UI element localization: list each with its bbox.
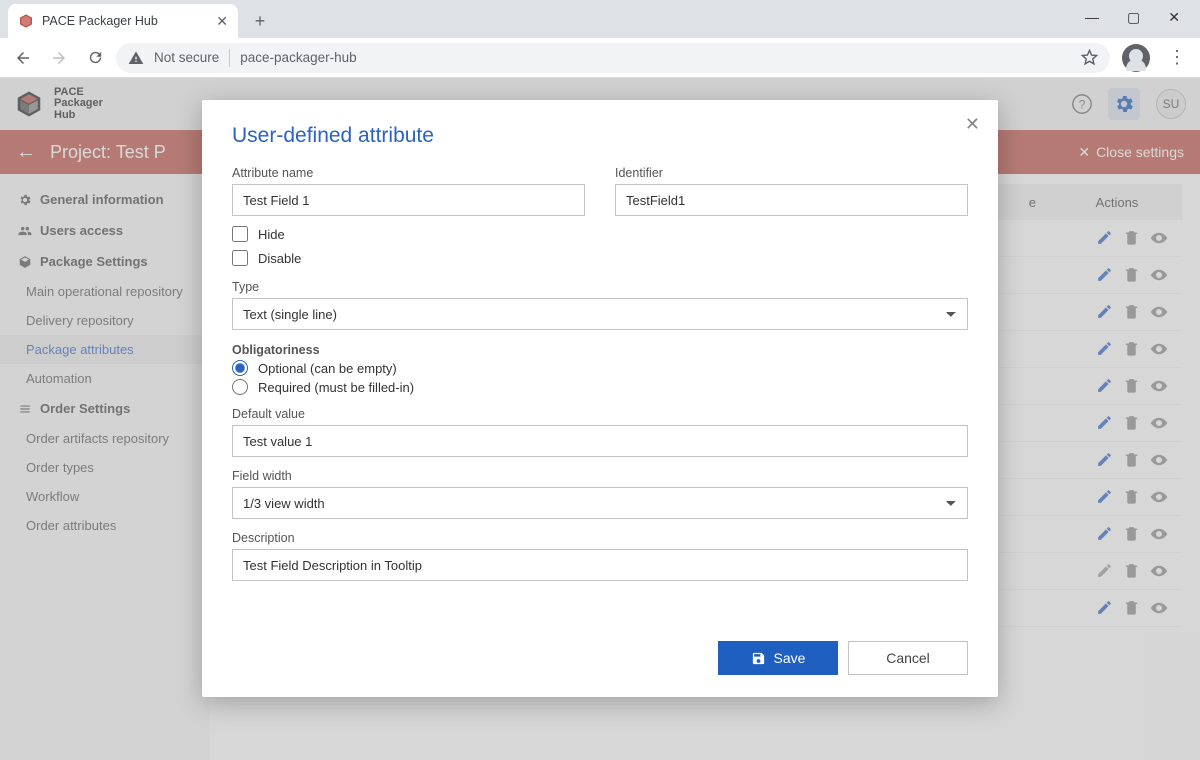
modal-title: User-defined attribute [232, 124, 968, 148]
label-attribute-name: Attribute name [232, 166, 585, 180]
close-window-icon[interactable]: ✕ [1168, 9, 1180, 26]
save-disk-icon [751, 651, 766, 666]
label-type: Type [232, 280, 968, 294]
label-identifier: Identifier [615, 166, 968, 180]
label-disable: Disable [258, 251, 301, 266]
label-required: Required (must be filled-in) [258, 380, 414, 395]
modal-close-button[interactable]: ✕ [965, 114, 980, 135]
save-button[interactable]: Save [718, 641, 838, 675]
tab-title: PACE Packager Hub [42, 14, 158, 28]
label-hide: Hide [258, 227, 285, 242]
checkbox-hide[interactable] [232, 226, 248, 242]
label-field-width: Field width [232, 469, 968, 483]
window-controls: — ▢ ✕ [1065, 0, 1200, 34]
select-field-width[interactable]: 1/3 view width [232, 487, 968, 519]
checkbox-disable[interactable] [232, 250, 248, 266]
url-text: pace-packager-hub [240, 50, 356, 65]
browser-tab[interactable]: PACE Packager Hub ✕ [8, 4, 238, 38]
input-attribute-name[interactable] [232, 184, 585, 216]
address-bar: Not secure pace-packager-hub ⋮ [0, 38, 1200, 78]
input-identifier[interactable] [615, 184, 968, 216]
radio-required[interactable] [232, 379, 248, 395]
attribute-modal: ✕ User-defined attribute Attribute name … [202, 100, 998, 697]
input-default-value[interactable] [232, 425, 968, 457]
star-icon[interactable] [1081, 49, 1098, 66]
back-button[interactable] [8, 43, 38, 73]
tab-bar: PACE Packager Hub ✕ + [0, 0, 1200, 38]
close-tab-icon[interactable]: ✕ [216, 13, 228, 30]
input-description[interactable] [232, 549, 968, 581]
select-type[interactable]: Text (single line) [232, 298, 968, 330]
warning-icon [128, 50, 144, 66]
label-description: Description [232, 531, 968, 545]
security-label: Not secure [154, 50, 219, 65]
radio-optional[interactable] [232, 360, 248, 376]
favicon-icon [18, 13, 34, 29]
new-tab-button[interactable]: + [246, 7, 274, 35]
profile-avatar[interactable] [1122, 44, 1150, 72]
label-default-value: Default value [232, 407, 968, 421]
label-optional: Optional (can be empty) [258, 361, 397, 376]
browser-menu-icon[interactable]: ⋮ [1162, 43, 1192, 73]
reload-button[interactable] [80, 43, 110, 73]
omnibox[interactable]: Not secure pace-packager-hub [116, 43, 1110, 73]
forward-button[interactable] [44, 43, 74, 73]
minimize-icon[interactable]: — [1085, 9, 1099, 25]
omnibox-divider [229, 49, 230, 67]
cancel-button[interactable]: Cancel [848, 641, 968, 675]
modal-overlay: ✕ User-defined attribute Attribute name … [0, 78, 1200, 760]
maximize-icon[interactable]: ▢ [1127, 9, 1140, 26]
label-obligatoriness: Obligatoriness [232, 343, 320, 357]
